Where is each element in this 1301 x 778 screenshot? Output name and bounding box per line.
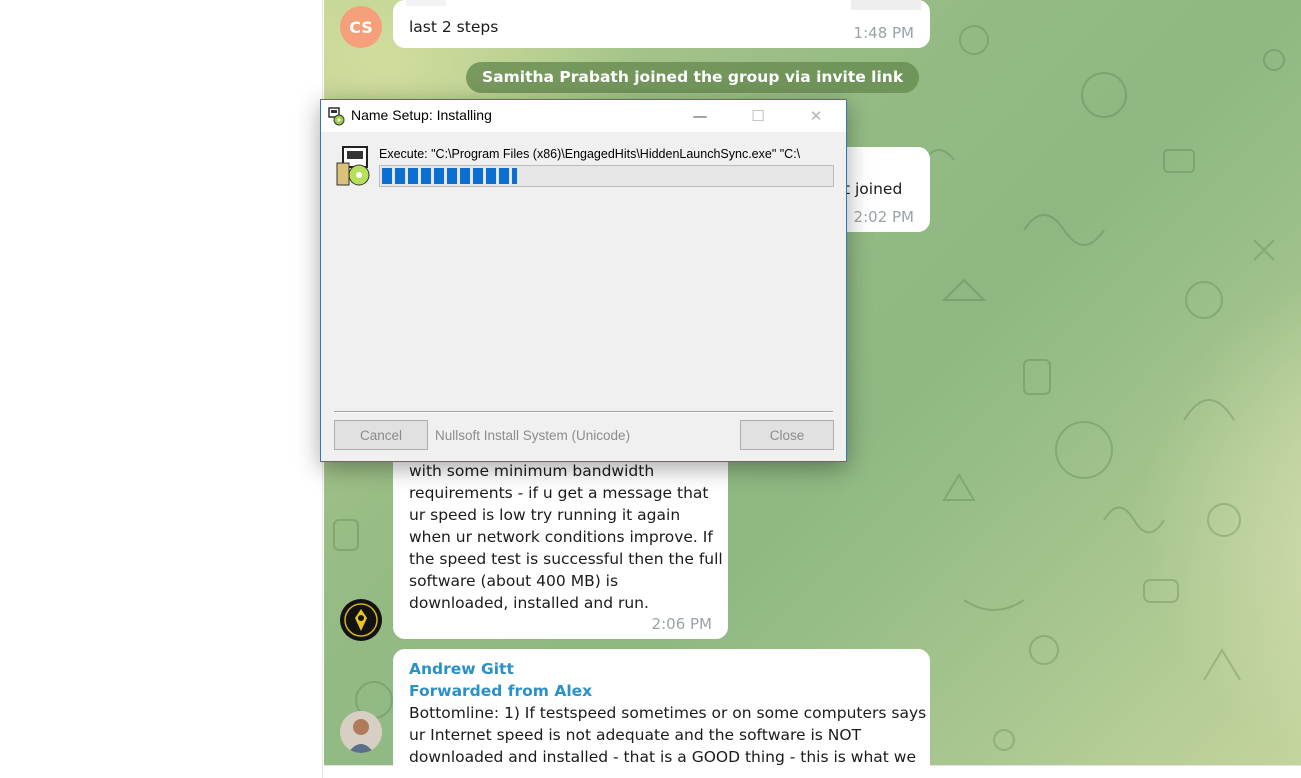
maximize-button[interactable]: ☐ [729,100,787,132]
message-bubble[interactable]: Andrew Gitt Forwarded from Alex Bottomli… [393,649,930,778]
cancel-button[interactable]: Cancel [334,420,428,450]
progress-fill [382,168,517,184]
message-bubble[interactable]: last 2 steps 1:48 PM [393,0,930,48]
install-progress-bar [379,165,834,187]
minimize-button[interactable]: — [671,100,729,132]
separator [334,411,833,413]
reply-preview-remnant [406,0,446,6]
message-time: 1:48 PM [853,24,914,42]
media-preview-remnant [851,0,921,10]
message-author[interactable]: Andrew Gitt [409,658,926,680]
avatar[interactable]: CS [340,6,382,48]
avatar-initials: CS [349,17,373,37]
chat-list-pane [0,0,323,778]
message-time: 2:02 PM [853,208,914,226]
message-line: Bottomline: 1) If testspeed sometimes or… [409,704,927,722]
installer-package-icon [336,146,370,186]
message-text: t joined [844,180,903,198]
installer-branding: Nullsoft Install System (Unicode) [435,428,631,443]
message-time: 2:06 PM [651,615,712,633]
window-title: Name Setup: Installing [351,107,492,123]
avatar-photo [340,711,382,753]
message-line: downloaded and installed - that is a GOO… [409,748,917,766]
avatar[interactable] [340,599,382,641]
avatar-logo-icon [344,603,378,637]
window-close-button[interactable]: ✕ [787,100,845,132]
forwarded-from[interactable]: Forwarded from Alex [409,680,926,702]
service-message: Samitha Prabath joined the group via inv… [466,62,920,93]
execute-status-text: Execute: "C:\Program Files (x86)\Engaged… [379,147,801,161]
message-line: ur Internet speed is not adequate and th… [409,726,862,744]
message-text: with some minimum bandwidth requirements… [409,462,723,612]
avatar[interactable] [340,711,382,753]
installer-window[interactable]: Name Setup: Installing — ☐ ✕ Execute: "C… [320,99,847,462]
message-bubble[interactable]: with some minimum bandwidth requirements… [393,440,728,639]
title-bar[interactable]: Name Setup: Installing — ☐ ✕ [321,100,846,132]
close-button[interactable]: Close [740,420,834,450]
message-text: last 2 steps [409,18,499,36]
installer-app-icon [328,107,345,126]
message-content: Andrew Gitt Forwarded from Alex Bottomli… [409,658,926,768]
